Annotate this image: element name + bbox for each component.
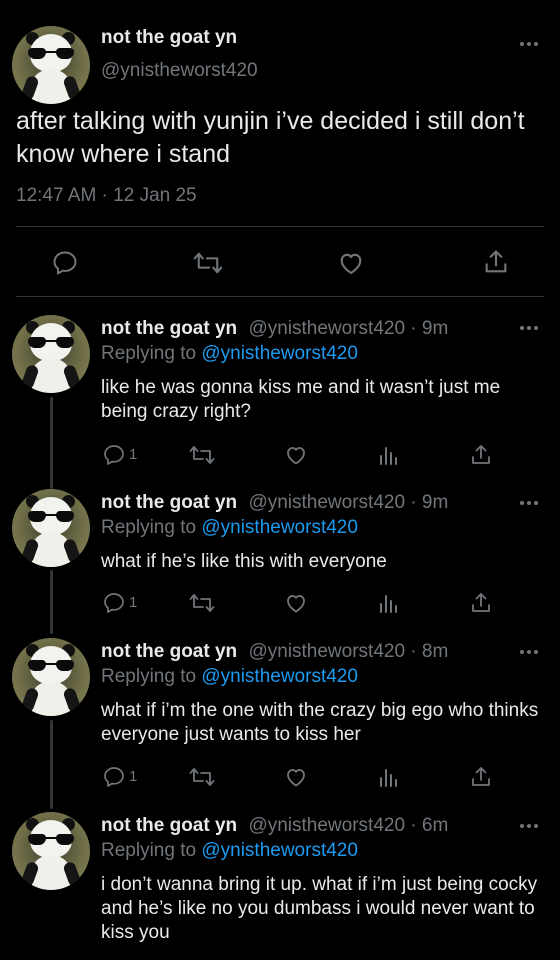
display-name[interactable]: not the goat yn [101, 641, 237, 662]
tweet-text: after talking with yunjin i’ve decided i… [16, 107, 525, 168]
display-name[interactable]: not the goat yn [101, 27, 237, 49]
handle-time[interactable]: @ynistheworst420 · 8m [248, 641, 448, 662]
reply-header: not the goat yn @ynistheworst420 · 9m [101, 318, 448, 340]
replying-to: Replying to @ynistheworst420 [101, 666, 358, 688]
handle-time[interactable]: @ynistheworst420 · 9m [248, 492, 448, 513]
tweet-timestamp[interactable]: 12:47 AM · 12 Jan 25 [16, 185, 197, 207]
reply-header: not the goat yn @ynistheworst420 · 8m [101, 641, 448, 663]
reply-header: not the goat yn @ynistheworst420 · 9m [101, 492, 448, 514]
more-options-icon[interactable] [520, 649, 540, 655]
more-options-icon[interactable] [520, 823, 540, 829]
thread-line [50, 397, 53, 489]
like-icon[interactable] [284, 591, 308, 615]
reply-text: i don’t wanna bring it up. what if i’m j… [101, 874, 538, 943]
avatar[interactable] [12, 26, 90, 104]
share-icon[interactable] [469, 765, 493, 789]
thread-line [50, 720, 53, 809]
views-icon[interactable] [378, 592, 400, 614]
share-icon[interactable] [469, 443, 493, 467]
replying-to: Replying to @ynistheworst420 [101, 517, 358, 539]
divider [16, 226, 544, 227]
replying-to: Replying to @ynistheworst420 [101, 840, 358, 862]
display-name[interactable]: not the goat yn [101, 318, 237, 339]
more-options-icon[interactable] [520, 325, 540, 331]
replying-prefix: Replying to [101, 517, 197, 538]
replying-prefix: Replying to [101, 343, 197, 364]
reply-icon[interactable] [102, 443, 126, 467]
like-icon[interactable] [337, 249, 365, 277]
retweet-icon[interactable] [193, 250, 223, 276]
reply-header: not the goat yn @ynistheworst420 · 6m [101, 815, 448, 837]
avatar[interactable] [12, 315, 90, 393]
reply-text: what if he’s like this with everyone [101, 551, 387, 572]
reply-icon[interactable] [102, 765, 126, 789]
retweet-icon[interactable] [189, 444, 215, 466]
avatar[interactable] [12, 638, 90, 716]
more-options-icon[interactable] [520, 41, 540, 47]
avatar[interactable] [12, 489, 90, 567]
views-icon[interactable] [378, 444, 400, 466]
handle-time[interactable]: @ynistheworst420 · 9m [248, 318, 448, 339]
avatar[interactable] [12, 812, 90, 890]
replying-prefix: Replying to [101, 840, 197, 861]
replying-prefix: Replying to [101, 666, 197, 687]
reply-count: 1 [129, 446, 138, 463]
replying-handle-link[interactable]: @ynistheworst420 [201, 840, 358, 861]
display-name[interactable]: not the goat yn [101, 815, 237, 836]
replying-to: Replying to @ynistheworst420 [101, 343, 358, 365]
replying-handle-link[interactable]: @ynistheworst420 [201, 517, 358, 538]
reply-text: what if i’m the one with the crazy big e… [101, 700, 539, 745]
reply-icon[interactable] [51, 249, 79, 277]
retweet-icon[interactable] [189, 766, 215, 788]
reply-icon[interactable] [102, 591, 126, 615]
thread-line [50, 570, 53, 634]
reply-text: like he was gonna kiss me and it wasn’t … [101, 377, 501, 422]
share-icon[interactable] [482, 248, 510, 276]
display-name[interactable]: not the goat yn [101, 492, 237, 513]
retweet-icon[interactable] [189, 592, 215, 614]
views-icon[interactable] [378, 766, 400, 788]
more-options-icon[interactable] [520, 500, 540, 506]
handle[interactable]: @ynistheworst420 [101, 60, 258, 82]
like-icon[interactable] [284, 765, 308, 789]
handle-time[interactable]: @ynistheworst420 · 6m [248, 815, 448, 836]
replying-handle-link[interactable]: @ynistheworst420 [201, 343, 358, 364]
replying-handle-link[interactable]: @ynistheworst420 [201, 666, 358, 687]
divider [16, 296, 544, 297]
share-icon[interactable] [469, 591, 493, 615]
reply-count: 1 [129, 768, 138, 785]
like-icon[interactable] [284, 443, 308, 467]
reply-count: 1 [129, 594, 138, 611]
